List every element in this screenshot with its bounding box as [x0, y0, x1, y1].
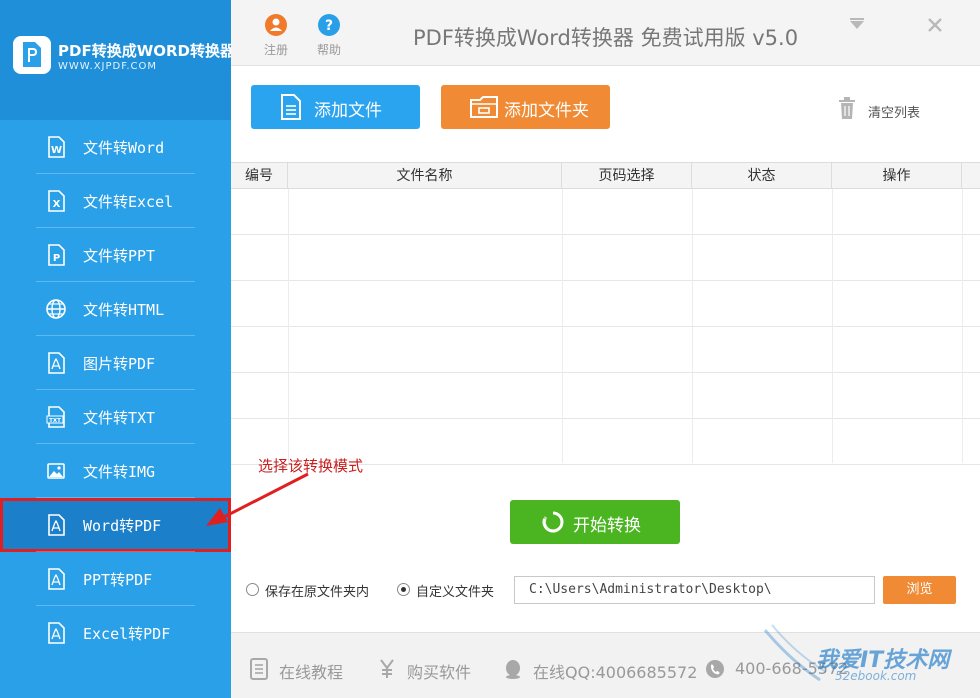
register-label: 注册	[263, 43, 288, 57]
table-row	[231, 281, 980, 327]
save-original-folder-radio[interactable]	[246, 583, 259, 596]
user-icon	[265, 14, 287, 36]
txt-doc-icon: TXT	[46, 406, 65, 428]
add-folder-label: 添加文件夹	[504, 101, 589, 121]
yen-icon	[380, 659, 394, 678]
table-row	[231, 327, 980, 373]
conversion-mode-list: W 文件转Word X 文件转Excel P 文件转PPT 文件转HTML 图片…	[0, 120, 231, 660]
column-divider	[962, 189, 963, 463]
clear-list-label: 清空列表	[868, 106, 921, 121]
svg-text:TXT: TXT	[49, 418, 61, 424]
phone-icon	[706, 660, 724, 678]
sidebar-item-file-to-img[interactable]: 文件转IMG	[0, 444, 231, 498]
add-folder-button[interactable]: 添加文件夹	[441, 85, 610, 129]
custom-folder-radio[interactable]	[397, 583, 410, 596]
sidebar: PDF转换成WORD转换器 WWW.XJPDF.COM W 文件转Word X …	[0, 0, 235, 698]
sidebar-item-file-to-html[interactable]: 文件转HTML	[0, 282, 231, 336]
logo-area: PDF转换成WORD转换器 WWW.XJPDF.COM	[0, 0, 235, 120]
sidebar-item-file-to-ppt[interactable]: P 文件转PPT	[0, 228, 231, 282]
title-bar: 注册 ? 帮助 PDF转换成Word转换器 免费试用版 v5.0	[231, 0, 980, 66]
table-row	[231, 235, 980, 281]
word-doc-icon: W	[48, 136, 65, 158]
sidebar-item-label: Word转PDF	[83, 517, 162, 535]
file-list-table: 编号 文件名称 页码选择 状态 操作	[231, 162, 980, 465]
ppt-doc-icon: P	[48, 244, 65, 266]
column-header-filename: 文件名称	[288, 163, 562, 189]
globe-icon	[46, 299, 66, 319]
sidebar-item-label: 文件转Excel	[83, 193, 174, 211]
qq-icon	[506, 660, 520, 679]
svg-text:W: W	[51, 145, 62, 156]
sidebar-item-image-to-pdf[interactable]: 图片转PDF	[0, 336, 231, 390]
folder-icon	[470, 96, 498, 118]
trash-icon	[839, 97, 855, 119]
add-file-label: 添加文件	[314, 101, 382, 121]
annotation-arrow-icon	[206, 472, 309, 526]
pdf-doc-icon	[48, 622, 65, 644]
sidebar-item-ppt-to-pdf[interactable]: PPT转PDF	[0, 552, 231, 606]
sidebar-item-file-to-word[interactable]: W 文件转Word	[0, 120, 231, 174]
svg-text:?: ?	[325, 18, 333, 34]
table-row	[231, 373, 980, 419]
image-icon	[47, 463, 65, 479]
sidebar-item-label: 图片转PDF	[83, 355, 156, 373]
sidebar-item-label: 文件转Word	[83, 139, 165, 157]
sidebar-item-label: 文件转PPT	[83, 247, 156, 265]
sidebar-item-label: 文件转TXT	[83, 409, 156, 427]
brand-title: PDF转换成WORD转换器	[58, 42, 235, 60]
table-row	[231, 189, 980, 235]
table-header: 编号 文件名称 页码选择 状态 操作	[231, 163, 980, 189]
minimize-icon	[850, 18, 864, 29]
start-conversion-label: 开始转换	[573, 516, 641, 536]
column-header-page-selection: 页码选择	[562, 163, 692, 189]
sidebar-item-label: PPT转PDF	[83, 571, 153, 589]
brand-url: WWW.XJPDF.COM	[58, 61, 158, 72]
clear-list-button[interactable]: 清空列表	[836, 96, 936, 122]
browse-button[interactable]: 浏览	[883, 576, 956, 604]
online-qq-label: 在线QQ:4006685572	[533, 663, 698, 682]
sidebar-item-label: 文件转IMG	[83, 463, 156, 481]
file-icon	[281, 94, 301, 120]
sidebar-item-word-to-pdf[interactable]: Word转PDF	[0, 498, 231, 552]
app-logo-icon	[13, 36, 51, 74]
close-icon	[928, 18, 942, 32]
start-conversion-button[interactable]: 开始转换	[510, 500, 680, 544]
help-button[interactable]: ? 帮助	[311, 14, 347, 62]
sidebar-item-file-to-excel[interactable]: X 文件转Excel	[0, 174, 231, 228]
sidebar-item-label: Excel转PDF	[83, 625, 171, 643]
output-path-input[interactable]: C:\Users\Administrator\Desktop\	[514, 576, 875, 604]
column-divider	[288, 189, 289, 463]
sidebar-item-file-to-txt[interactable]: TXT 文件转TXT	[0, 390, 231, 444]
online-tutorial-label: 在线教程	[279, 663, 344, 682]
pdf-doc-icon	[48, 514, 65, 536]
close-button[interactable]	[924, 14, 946, 36]
register-button[interactable]: 注册	[258, 14, 294, 62]
column-header-actions: 操作	[832, 163, 962, 189]
column-header-number: 编号	[231, 163, 288, 189]
window-title: PDF转换成Word转换器 免费试用版 v5.0	[413, 26, 799, 50]
svg-text:X: X	[53, 199, 61, 210]
svg-text:P: P	[53, 253, 60, 264]
refresh-icon	[542, 511, 564, 533]
column-divider	[562, 189, 563, 463]
watermark-sub: 52ebook.com	[835, 669, 917, 683]
sidebar-item-label: 文件转HTML	[83, 301, 165, 319]
column-divider	[692, 189, 693, 463]
excel-doc-icon: X	[48, 190, 65, 212]
document-icon	[250, 658, 268, 680]
help-icon: ?	[318, 14, 340, 36]
custom-folder-label: 自定义文件夹	[416, 585, 495, 600]
column-header-status: 状态	[692, 163, 832, 189]
watermark: 我爱IT技术网 52ebook.com	[760, 620, 980, 698]
help-label: 帮助	[316, 43, 341, 57]
add-file-button[interactable]: 添加文件	[251, 85, 420, 129]
buy-software-label: 购买软件	[407, 663, 472, 682]
sidebar-item-excel-to-pdf[interactable]: Excel转PDF	[0, 606, 231, 660]
pdf-doc-icon	[48, 352, 65, 374]
column-divider	[832, 189, 833, 463]
save-original-folder-label: 保存在原文件夹内	[265, 585, 370, 600]
pdf-doc-icon	[48, 568, 65, 590]
minimize-button[interactable]	[846, 14, 868, 36]
